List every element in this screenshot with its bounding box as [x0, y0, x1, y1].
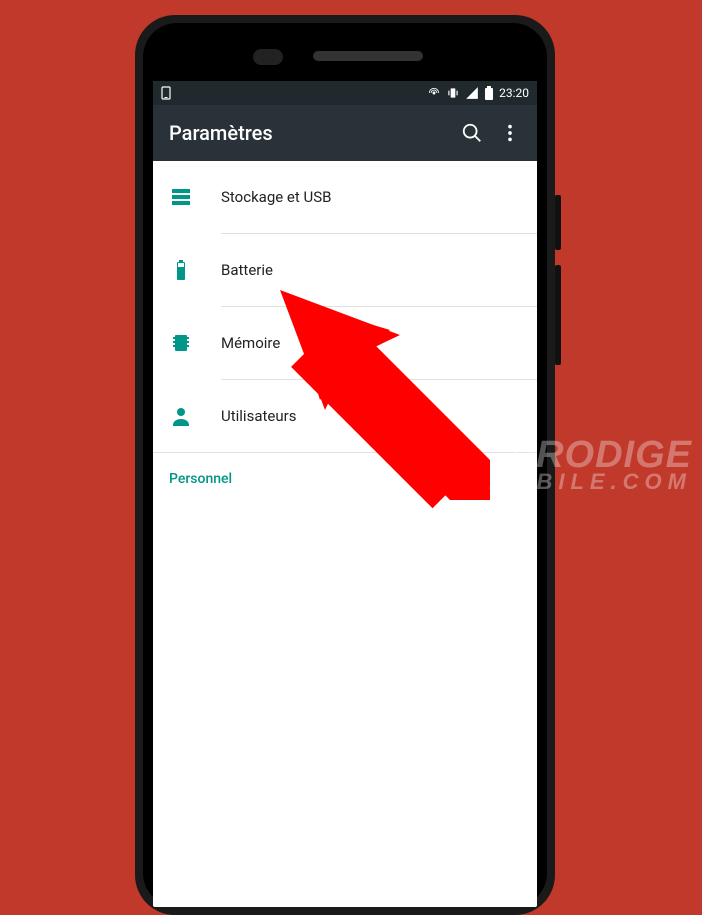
storage-icon — [169, 185, 193, 209]
page-title: Paramètres — [169, 121, 445, 145]
hotspot-icon — [427, 86, 441, 100]
phone-side-button — [555, 195, 561, 250]
signal-icon — [465, 86, 479, 100]
phone-frame: 23:20 Paramètres Stockage et USB — [135, 15, 555, 915]
status-bar: 23:20 — [153, 81, 537, 105]
phone-side-button — [555, 265, 561, 365]
phone-bezel: 23:20 Paramètres Stockage et USB — [143, 23, 547, 907]
battery-icon — [169, 258, 193, 282]
vibrate-icon — [446, 86, 460, 100]
settings-list: Stockage et USB Batterie Mémoire — [153, 161, 537, 497]
search-icon[interactable] — [461, 122, 483, 144]
list-item-label: Mémoire — [221, 334, 280, 352]
status-time: 23:20 — [499, 86, 529, 100]
list-item-users[interactable]: Utilisateurs — [153, 380, 537, 452]
user-icon — [169, 404, 193, 428]
list-item-battery[interactable]: Batterie — [153, 234, 537, 306]
list-item-label: Batterie — [221, 261, 273, 279]
more-icon[interactable] — [499, 122, 521, 144]
list-item-memory[interactable]: Mémoire — [153, 307, 537, 379]
memory-icon — [169, 331, 193, 355]
app-bar: Paramètres — [153, 105, 537, 161]
screen: 23:20 Paramètres Stockage et USB — [153, 81, 537, 907]
list-item-label: Stockage et USB — [221, 188, 332, 206]
phone-camera — [253, 49, 283, 65]
phone-speaker — [313, 51, 423, 61]
list-item-storage[interactable]: Stockage et USB — [153, 161, 537, 233]
list-item-label: Utilisateurs — [221, 407, 296, 425]
section-header-personnel: Personnel — [153, 453, 537, 497]
battery-icon — [484, 86, 494, 100]
status-portrait-icon — [161, 86, 171, 100]
